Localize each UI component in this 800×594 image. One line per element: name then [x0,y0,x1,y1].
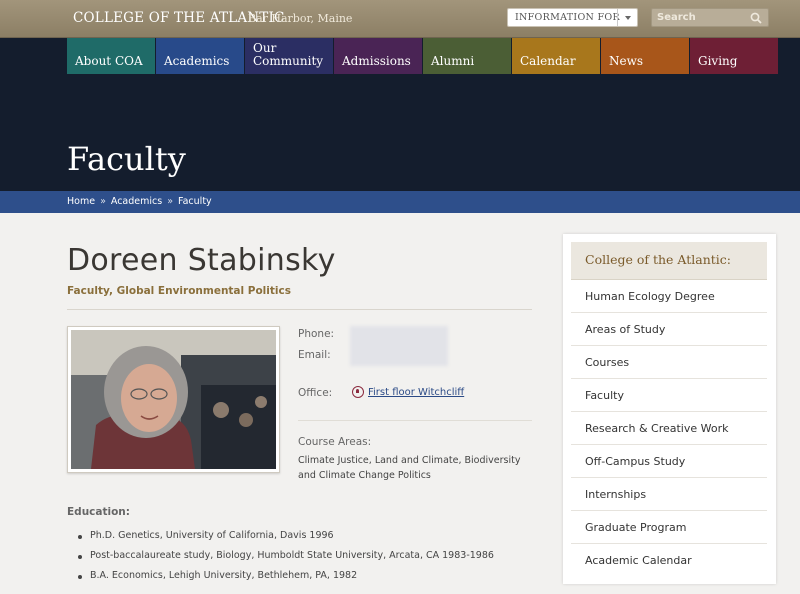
breadcrumb-separator: » [167,196,174,207]
nav-news[interactable]: News [601,38,689,74]
faculty-name: Doreen Stabinsky [67,243,336,278]
nav-alumni[interactable]: Alumni [423,38,511,74]
sidebar-item-internships[interactable]: Internships [571,478,767,511]
nav-giving[interactable]: Giving [690,38,778,74]
breadcrumb-separator: » [100,196,106,207]
search-input[interactable]: Search [651,8,769,27]
list-item: Post-baccalaureate study, Biology, Humbo… [78,550,494,570]
sidebar-list: Human Ecology Degree Areas of Study Cour… [571,280,767,577]
phone-label: Phone: [298,328,335,340]
breadcrumb-faculty[interactable]: Faculty [178,196,212,207]
breadcrumb-home[interactable]: Home [67,196,95,207]
list-item: Ph.D. Genetics, University of California… [78,530,494,550]
office-link[interactable]: First floor Witchcliff [352,386,464,398]
list-item: B.A. Economics, Lehigh University, Bethl… [78,570,494,590]
page-title: Faculty [67,140,186,178]
map-pin-icon [352,386,364,398]
sidebar-item-off-campus-study[interactable]: Off-Campus Study [571,445,767,478]
sidebar-item-faculty[interactable]: Faculty [571,379,767,412]
site-location: Bar Harbor, Maine [248,12,353,25]
sidebar-item-areas-of-study[interactable]: Areas of Study [571,313,767,346]
office-location: First floor Witchcliff [368,386,465,398]
redacted-contact [350,326,448,366]
sidebar-item-academic-calendar[interactable]: Academic Calendar [571,544,767,577]
breadcrumb-academics[interactable]: Academics [111,196,162,207]
course-areas: Climate Justice, Land and Climate, Biodi… [298,455,521,481]
faculty-role: Faculty, Global Environmental Politics [67,285,291,297]
nav-our-community[interactable]: Our Community [245,38,333,74]
information-for-label: INFORMATION FOR [515,12,620,23]
sidebar: College of the Atlantic: Human Ecology D… [563,234,776,584]
sidebar-item-research[interactable]: Research & Creative Work [571,412,767,445]
top-bar: COLLEGE OF THE ATLANTIC Bar Harbor, Main… [0,0,800,38]
office-label: Office: [298,387,333,399]
nav-academics[interactable]: Academics [156,38,244,74]
information-for-dropdown[interactable]: INFORMATION FOR [507,8,638,27]
chevron-down-icon[interactable] [617,9,637,26]
portrait-image [71,330,276,469]
education-label: Education: [67,506,130,518]
search-placeholder: Search [657,12,696,23]
sidebar-item-courses[interactable]: Courses [571,346,767,379]
sidebar-heading: College of the Atlantic: [571,242,767,280]
search-icon[interactable] [750,12,762,24]
nav-about[interactable]: About COA [67,38,155,74]
nav-admissions[interactable]: Admissions [334,38,422,74]
course-areas-label: Course Areas: [298,436,372,448]
breadcrumb: Home » Academics » Faculty [67,196,212,207]
main-nav: About COA Academics Our Community Admiss… [67,38,779,74]
sidebar-item-graduate-program[interactable]: Graduate Program [571,511,767,544]
faculty-photo [67,326,280,473]
sidebar-item-human-ecology-degree[interactable]: Human Ecology Degree [571,280,767,313]
divider [67,309,532,310]
email-label: Email: [298,349,331,361]
education-list: Ph.D. Genetics, University of California… [78,530,494,590]
divider [298,420,532,421]
nav-calendar[interactable]: Calendar [512,38,600,74]
